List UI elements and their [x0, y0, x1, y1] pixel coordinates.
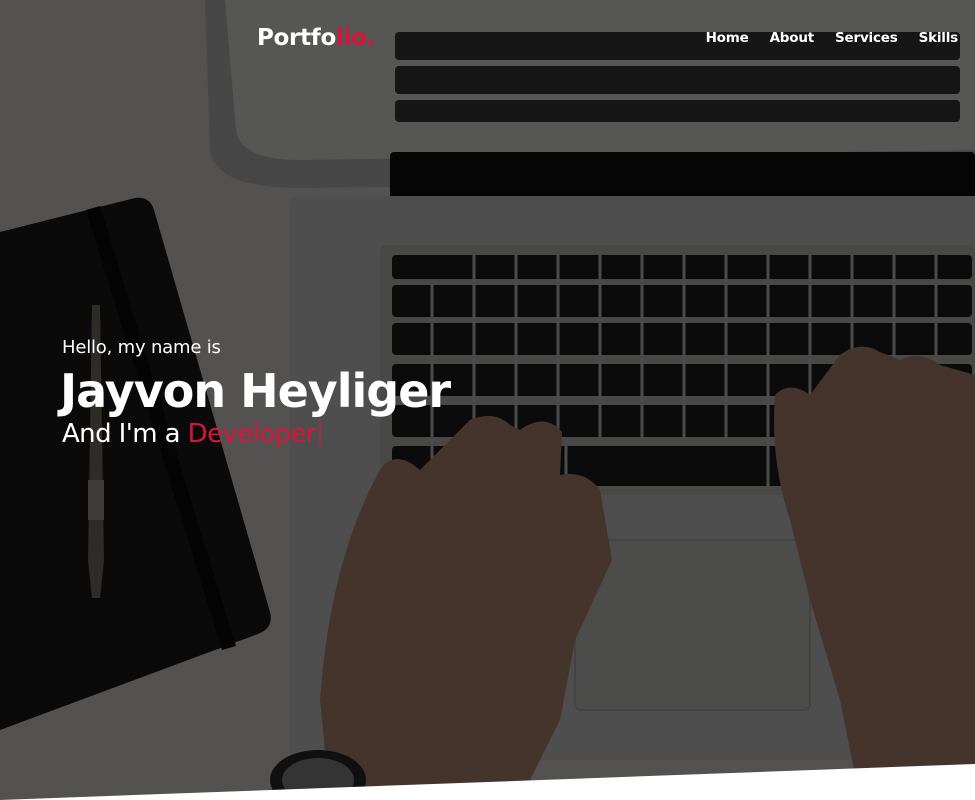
nav-item-skills: Skills: [919, 29, 959, 47]
typing-cursor: [318, 419, 321, 447]
navbar: Portfolio. Home About Services Skills: [0, 0, 975, 76]
hero-role: Developer: [187, 419, 317, 449]
hero-role-line: And I'm a Developer: [62, 417, 762, 451]
hero-section: Portfolio. Home About Services Skills He…: [0, 0, 975, 800]
nav-link-home[interactable]: Home: [706, 29, 749, 47]
nav-menu: Home About Services Skills: [706, 29, 959, 47]
hero-content: Hello, my name is Jayvon Heyliger And I'…: [60, 335, 762, 451]
logo[interactable]: Portfolio.: [257, 22, 375, 54]
nav-link-about[interactable]: About: [770, 29, 815, 47]
nav-item-services: Services: [835, 29, 898, 47]
nav-item-home: Home: [706, 29, 749, 47]
nav-item-about: About: [770, 29, 815, 47]
hero-greeting: Hello, my name is: [62, 337, 221, 358]
hero-name: Jayvon Heyliger: [60, 364, 451, 418]
nav-link-skills[interactable]: Skills: [919, 29, 959, 47]
nav-link-services[interactable]: Services: [835, 29, 898, 47]
logo-main: Portfo: [257, 25, 337, 51]
hero-role-prefix: And I'm a: [62, 419, 181, 449]
logo-accent: lio.: [336, 25, 376, 51]
